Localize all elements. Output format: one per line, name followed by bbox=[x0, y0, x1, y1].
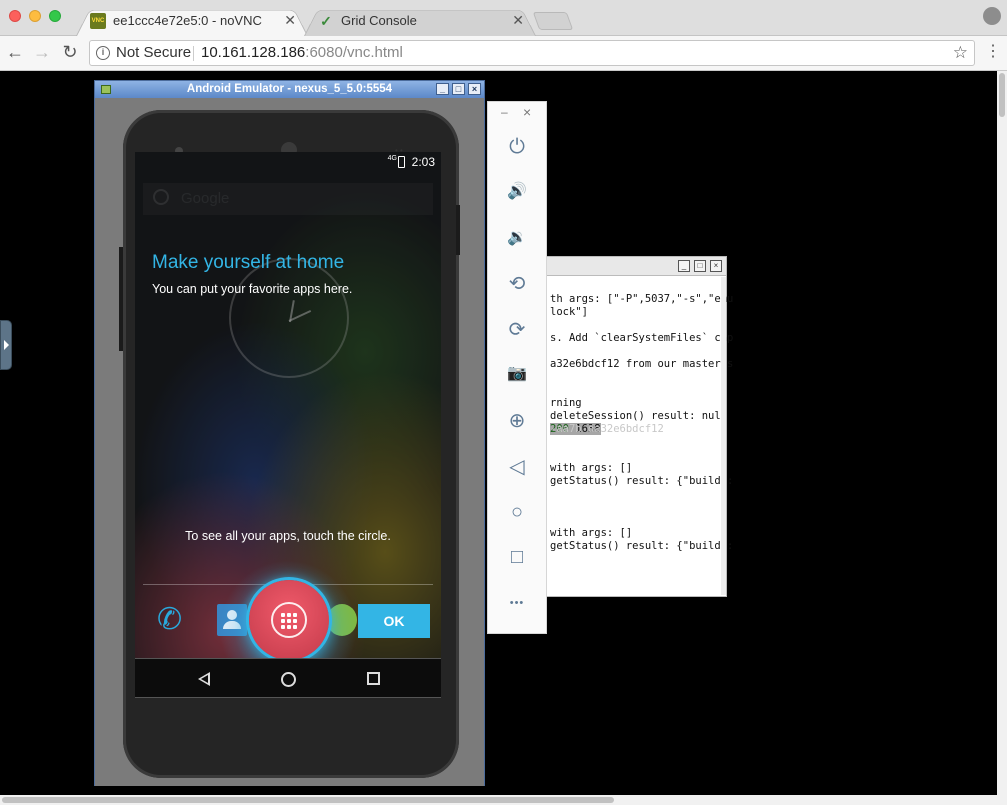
phone-app-icon[interactable]: ✆ bbox=[157, 600, 197, 640]
new-tab-button[interactable] bbox=[532, 12, 574, 30]
cling-title: Make yourself at home bbox=[152, 252, 345, 273]
back-triangle-icon[interactable]: ◁ bbox=[505, 455, 529, 479]
minimize-window-button[interactable] bbox=[29, 10, 41, 22]
home-circle-icon[interactable]: ○ bbox=[505, 500, 529, 524]
url-text: 10.161.128.186:6080/vnc.html bbox=[201, 41, 403, 65]
close-window-button[interactable] bbox=[9, 10, 21, 22]
tab-close-icon[interactable]: ✕ bbox=[284, 12, 296, 29]
terminal-scrollbar[interactable] bbox=[721, 277, 726, 595]
overview-square-icon[interactable]: □ bbox=[505, 545, 529, 569]
battery-icon bbox=[398, 156, 405, 168]
forward-icon[interactable]: → bbox=[31, 41, 53, 63]
nav-recents-icon[interactable] bbox=[367, 672, 380, 685]
expand-arrow-icon bbox=[4, 340, 9, 350]
all-apps-button[interactable] bbox=[249, 580, 329, 660]
volume-down-icon[interactable]: 🔉 bbox=[505, 226, 529, 250]
emulator-maximize-button[interactable]: □ bbox=[452, 83, 465, 95]
terminal-line: with args: [] bbox=[550, 462, 633, 474]
nav-home-icon[interactable] bbox=[281, 672, 296, 687]
volume-up-icon[interactable]: 🔊 bbox=[505, 180, 529, 204]
cling-hint: To see all your apps, touch the circle. bbox=[185, 529, 391, 543]
rotate-right-icon[interactable]: ⟳ bbox=[505, 318, 529, 342]
terminal-line: -aa7b-da32e6bdcf12 200 1638 bbox=[550, 423, 664, 435]
window-icon bbox=[101, 85, 111, 94]
browser-tab-bar: VNC ee1ccc4e72e5:0 - noVNC ✕ ✓ Grid Cons… bbox=[0, 0, 1007, 37]
novnc-control-bar-handle[interactable] bbox=[0, 320, 12, 370]
reload-icon[interactable]: ↻ bbox=[59, 41, 81, 63]
tab-grid-console[interactable]: ✓ Grid Console ✕ bbox=[304, 6, 536, 37]
browser-menu-icon[interactable]: ⋮ bbox=[985, 41, 1001, 63]
nexus-5-device-frame: • • Google 4G 2:03 Make yourself at home… bbox=[119, 110, 460, 778]
fullscreen-window-button[interactable] bbox=[49, 10, 61, 22]
device-screen[interactable]: Google 4G 2:03 Make yourself at home You… bbox=[135, 152, 441, 698]
apps-grid-icon bbox=[271, 602, 307, 638]
emulator-minimize-button[interactable]: _ bbox=[436, 83, 449, 95]
address-bar[interactable]: i Not Secure 10.161.128.186:6080/vnc.htm… bbox=[89, 40, 975, 66]
terminal-line: lock"] bbox=[550, 306, 588, 318]
tab-novnc[interactable]: VNC ee1ccc4e72e5:0 - noVNC ✕ bbox=[76, 6, 308, 37]
tab-title: ee1ccc4e72e5:0 - noVNC bbox=[113, 13, 262, 28]
bookmark-star-icon[interactable]: ☆ bbox=[953, 41, 968, 65]
terminal-line: getStatus() result: {"build": bbox=[550, 475, 734, 487]
terminal-line: th args: ["-P",5037,"-s","emu bbox=[550, 293, 734, 305]
vertical-scrollbar[interactable] bbox=[997, 71, 1007, 795]
emulator-titlebar[interactable]: Android Emulator - nexus_5_5.0:5554 _ □ … bbox=[95, 81, 484, 98]
horizontal-scrollbar[interactable] bbox=[0, 795, 1007, 805]
status-time: 2:03 bbox=[411, 155, 435, 169]
vnc-favicon-icon: VNC bbox=[90, 13, 106, 29]
status-bar: 4G 2:03 bbox=[135, 152, 441, 172]
url-path: :6080/vnc.html bbox=[305, 44, 403, 61]
back-icon[interactable]: ← bbox=[4, 41, 26, 63]
android-nav-bar bbox=[135, 658, 441, 698]
security-label: Not Secure bbox=[116, 44, 192, 61]
info-icon[interactable]: i bbox=[96, 46, 110, 60]
zoom-icon[interactable]: ⊕ bbox=[505, 409, 529, 433]
more-icon[interactable]: ••• bbox=[505, 591, 529, 615]
emulator-controls-panel: – × ⏻ 🔊 🔉 ⟲ ⟳ 📷 ⊕ ◁ ○ □ ••• bbox=[487, 101, 547, 634]
ok-button[interactable]: OK bbox=[358, 604, 430, 638]
profile-icon[interactable] bbox=[983, 7, 1001, 25]
panel-close-button[interactable]: × bbox=[523, 104, 531, 120]
tab-close-icon[interactable]: ✕ bbox=[512, 12, 524, 29]
panel-minimize-button[interactable]: – bbox=[501, 105, 508, 119]
cling-subtitle: You can put your favorite apps here. bbox=[152, 282, 353, 296]
terminal-line: rning bbox=[550, 397, 582, 409]
terminal-line: deleteSession() result: null bbox=[550, 410, 728, 422]
emulator-body: • • Google 4G 2:03 Make yourself at home… bbox=[95, 98, 484, 786]
volume-keys[interactable] bbox=[119, 247, 123, 351]
terminal-titlebar[interactable]: _ □ × bbox=[547, 257, 726, 276]
terminal-maximize-button[interactable]: □ bbox=[694, 260, 706, 272]
terminal-line: a32e6bdcf12 from our master s bbox=[550, 358, 734, 370]
network-4g-icon: 4G bbox=[387, 155, 397, 162]
grid-favicon-icon: ✓ bbox=[320, 13, 332, 29]
camera-icon[interactable]: 📷 bbox=[505, 362, 529, 386]
nav-back-icon[interactable] bbox=[197, 672, 210, 686]
browser-toolbar: ← → ↻ i Not Secure 10.161.128.186:6080/v… bbox=[0, 36, 1007, 71]
emulator-window[interactable]: Android Emulator - nexus_5_5.0:5554 _ □ … bbox=[94, 80, 485, 786]
terminal-line: getStatus() result: {"build": bbox=[550, 540, 734, 552]
tab-title: Grid Console bbox=[341, 13, 417, 28]
terminal-line: with args: [] bbox=[550, 527, 633, 539]
power-key[interactable] bbox=[456, 205, 460, 255]
emulator-window-title: Android Emulator - nexus_5_5.0:5554 bbox=[186, 83, 393, 95]
power-icon[interactable]: ⏻ bbox=[505, 135, 529, 159]
terminal-minimize-button[interactable]: _ bbox=[678, 260, 690, 272]
terminal-window[interactable]: _ □ × th args: ["-P",5037,"-s","emu lock… bbox=[546, 256, 733, 597]
url-host: 10.161.128.186 bbox=[201, 44, 306, 61]
terminal-close-button[interactable]: × bbox=[710, 260, 722, 272]
emulator-close-button[interactable]: × bbox=[468, 83, 481, 95]
rotate-left-icon[interactable]: ⟲ bbox=[505, 272, 529, 296]
terminal-line: s. Add `clearSystemFiles` cap bbox=[550, 332, 734, 344]
